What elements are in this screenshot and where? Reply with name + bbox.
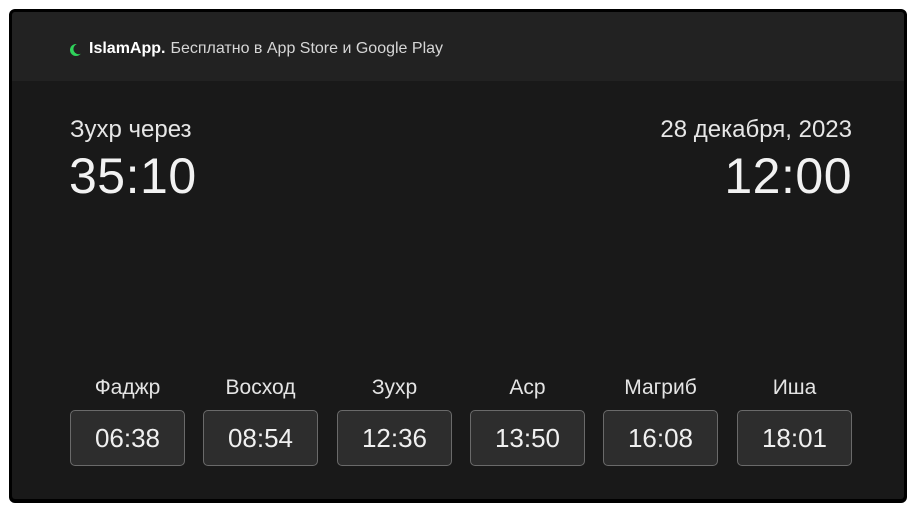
countdown-timer: 35:10 (69, 148, 197, 204)
prayer-time: 08:54 (227, 423, 294, 453)
prayer-times-row: Фаджр 06:38 Восход 08:54 Зухр 12:36 Аср (70, 376, 852, 466)
prayer-time: 18:01 (761, 423, 828, 453)
prayer-item-asr: Аср 13:50 (470, 376, 585, 466)
promo-banner-content: IslamApp. Бесплатно в App Store и Google… (69, 40, 443, 58)
prayer-time: 13:50 (494, 423, 561, 453)
prayer-name: Фаджр (94, 376, 161, 399)
next-prayer-label: Зухр через (70, 116, 192, 143)
prayer-item-fajr: Фаджр 06:38 (70, 376, 185, 466)
prayer-time-box: 06:38 (70, 410, 185, 466)
prayer-name: Восход (225, 376, 296, 399)
prayer-time: 16:08 (627, 423, 694, 453)
crescent-moon-icon (69, 43, 84, 57)
prayer-name: Магриб (624, 376, 697, 399)
current-date: 28 декабря, 2023 (660, 116, 852, 143)
prayer-item-sunrise: Восход 08:54 (203, 376, 318, 466)
prayer-time-box: 08:54 (203, 410, 318, 466)
prayer-time: 06:38 (94, 423, 161, 453)
device-frame: IslamApp. Бесплатно в App Store и Google… (9, 9, 907, 503)
promo-banner[interactable]: IslamApp. Бесплатно в App Store и Google… (12, 12, 904, 81)
prayer-time-box: 12:36 (337, 410, 452, 466)
prayer-screen: IslamApp. Бесплатно в App Store и Google… (12, 12, 904, 499)
prayer-time-box: 18:01 (737, 410, 852, 466)
promo-tagline: Бесплатно в App Store и Google Play (170, 40, 444, 57)
prayer-name: Аср (509, 376, 546, 399)
prayer-time: 12:36 (361, 423, 428, 453)
prayer-time-box: 16:08 (603, 410, 718, 466)
prayer-name: Зухр (371, 376, 418, 399)
brand-name: IslamApp. (89, 40, 166, 57)
prayer-time-box: 13:50 (470, 410, 585, 466)
prayer-item-maghrib: Магриб 16:08 (603, 376, 718, 466)
prayer-name: Иша (772, 376, 817, 399)
current-time: 12:00 (724, 148, 852, 204)
prayer-item-dhuhr: Зухр 12:36 (337, 376, 452, 466)
prayer-item-isha: Иша 18:01 (737, 376, 852, 466)
